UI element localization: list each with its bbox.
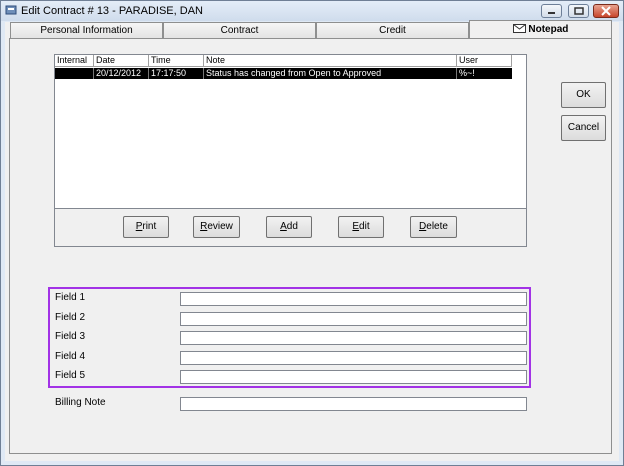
accelerator-key: A <box>280 221 287 232</box>
tab-label: Personal Information <box>40 25 133 36</box>
button-text: elete <box>426 221 448 232</box>
minimize-icon <box>548 12 555 14</box>
cell-internal <box>55 68 94 79</box>
button-text: eview <box>207 221 233 232</box>
tab-notepad[interactable]: Notepad <box>469 20 612 39</box>
billing-note-input[interactable] <box>180 397 527 411</box>
button-text: dd <box>286 221 298 232</box>
note-actions-bar: Print Review Add Edit Delete <box>54 208 527 247</box>
cell-date: 20/12/2012 <box>94 68 149 79</box>
column-header-date[interactable]: Date <box>94 55 149 67</box>
close-button[interactable] <box>593 4 619 18</box>
button-text: dit <box>359 221 370 232</box>
ok-button[interactable]: OK <box>561 82 606 108</box>
notepad-panel: Internal Date Time Note User 20/12/2012 … <box>9 38 612 454</box>
app-icon <box>5 5 17 15</box>
window-title: Edit Contract # 13 - PARADISE, DAN <box>21 5 203 17</box>
tab-personal-information[interactable]: Personal Information <box>10 22 163 38</box>
cell-note: Status has changed from Open to Approved <box>204 68 457 79</box>
title-bar: Edit Contract # 13 - PARADISE, DAN <box>1 1 623 21</box>
cell-time: 17:17:50 <box>149 68 204 79</box>
close-icon <box>601 6 611 16</box>
column-header-note[interactable]: Note <box>204 55 457 67</box>
button-text: rint <box>142 221 157 232</box>
delete-button[interactable]: Delete <box>410 216 457 238</box>
client-area: Personal Information Contract Credit Not… <box>5 20 619 461</box>
tab-label: Credit <box>379 25 406 36</box>
envelope-icon <box>512 24 526 33</box>
cancel-button[interactable]: Cancel <box>561 115 606 141</box>
maximize-icon <box>574 7 584 15</box>
tab-contract[interactable]: Contract <box>163 22 316 38</box>
billing-note-label: Billing Note <box>55 397 106 408</box>
tab-label: Notepad <box>528 24 569 35</box>
print-button[interactable]: Print <box>123 216 169 238</box>
add-button[interactable]: Add <box>266 216 312 238</box>
review-button[interactable]: Review <box>193 216 240 238</box>
cell-user: %~! <box>459 68 475 78</box>
column-header-time[interactable]: Time <box>149 55 204 67</box>
edit-contract-window: Edit Contract # 13 - PARADISE, DAN Perso… <box>0 0 624 466</box>
tab-label: Contract <box>220 25 259 36</box>
tab-credit[interactable]: Credit <box>316 22 469 38</box>
table-row[interactable]: 20/12/2012 17:17:50 Status has changed f… <box>55 68 512 79</box>
minimize-button[interactable] <box>541 4 562 18</box>
column-header-internal[interactable]: Internal <box>55 55 94 67</box>
notes-table[interactable]: Internal Date Time Note User 20/12/2012 … <box>54 54 527 209</box>
column-header-user[interactable]: User <box>457 55 512 67</box>
fields-highlight-box <box>48 287 531 388</box>
edit-button[interactable]: Edit <box>338 216 384 238</box>
maximize-button[interactable] <box>568 4 589 18</box>
